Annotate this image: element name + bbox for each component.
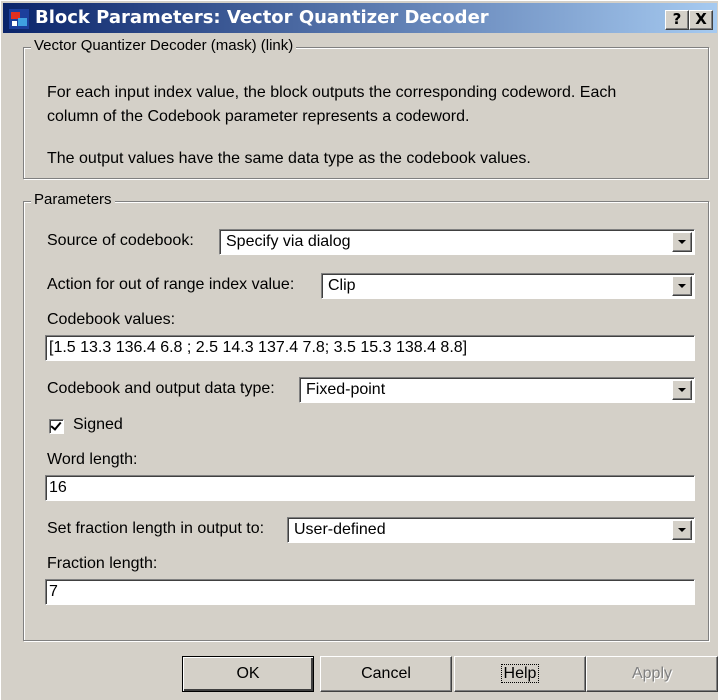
- simulink-block-icon: [9, 9, 29, 29]
- word-length-field[interactable]: 16: [45, 475, 695, 501]
- word-length-label: Word length:: [47, 451, 138, 468]
- codebook-values-field[interactable]: [1.5 13.3 136.4 6.8 ; 2.5 14.3 137.4 7.8…: [45, 335, 695, 361]
- help-button[interactable]: Help: [454, 656, 586, 692]
- cancel-button[interactable]: Cancel: [320, 656, 452, 692]
- block-parameters-dialog: Block Parameters: Vector Quantizer Decod…: [0, 0, 718, 700]
- word-length-text: 16: [49, 479, 67, 496]
- chevron-down-icon[interactable]: [672, 232, 692, 252]
- cancel-button-label: Cancel: [361, 665, 411, 682]
- fraction-mode-value: User-defined: [294, 521, 386, 538]
- help-title-label: ?: [672, 10, 682, 28]
- fraction-length-label: Fraction length:: [47, 555, 158, 572]
- out-of-range-action-select[interactable]: Clip: [321, 273, 695, 299]
- source-of-codebook-value: Specify via dialog: [226, 233, 351, 250]
- fraction-length-field[interactable]: 7: [45, 579, 695, 605]
- signed-checkbox[interactable]: [49, 419, 64, 434]
- codebook-values-text: [1.5 13.3 136.4 6.8 ; 2.5 14.3 137.4 7.8…: [49, 339, 468, 356]
- fraction-mode-label: Set fraction length in output to:: [47, 520, 265, 537]
- description-line-1: For each input index value, the block ou…: [47, 84, 617, 101]
- apply-button-label: Apply: [631, 665, 673, 682]
- title-bar: Block Parameters: Vector Quantizer Decod…: [3, 3, 717, 33]
- out-of-range-action-label: Action for out of range index value:: [47, 276, 295, 293]
- data-type-select[interactable]: Fixed-point: [299, 377, 695, 403]
- ok-button-label: OK: [236, 665, 260, 682]
- help-button-label: Help: [500, 664, 540, 683]
- close-icon: X: [695, 10, 707, 28]
- out-of-range-action-value: Clip: [328, 277, 356, 294]
- ok-button[interactable]: OK: [182, 656, 314, 692]
- description-legend: Vector Quantizer Decoder (mask) (link): [31, 37, 297, 54]
- description-line-2: column of the Codebook parameter represe…: [47, 108, 470, 125]
- fraction-mode-select[interactable]: User-defined: [287, 517, 695, 543]
- codebook-values-label: Codebook values:: [47, 311, 176, 328]
- source-of-codebook-label: Source of codebook:: [47, 232, 194, 249]
- chevron-down-icon[interactable]: [672, 276, 692, 296]
- window-title: Block Parameters: Vector Quantizer Decod…: [35, 7, 489, 28]
- signed-label: Signed: [73, 416, 123, 433]
- data-type-label: Codebook and output data type:: [47, 380, 275, 397]
- source-of-codebook-select[interactable]: Specify via dialog: [219, 229, 695, 255]
- parameters-group: [23, 201, 709, 641]
- close-title-button[interactable]: X: [689, 10, 713, 30]
- data-type-value: Fixed-point: [306, 381, 386, 398]
- chevron-down-icon[interactable]: [672, 380, 692, 400]
- description-line-3: The output values have the same data typ…: [47, 150, 531, 167]
- chevron-down-icon[interactable]: [672, 520, 692, 540]
- fraction-length-text: 7: [49, 583, 58, 600]
- help-title-button[interactable]: ?: [665, 10, 689, 30]
- apply-button[interactable]: Apply: [586, 656, 718, 692]
- parameters-legend: Parameters: [31, 191, 115, 208]
